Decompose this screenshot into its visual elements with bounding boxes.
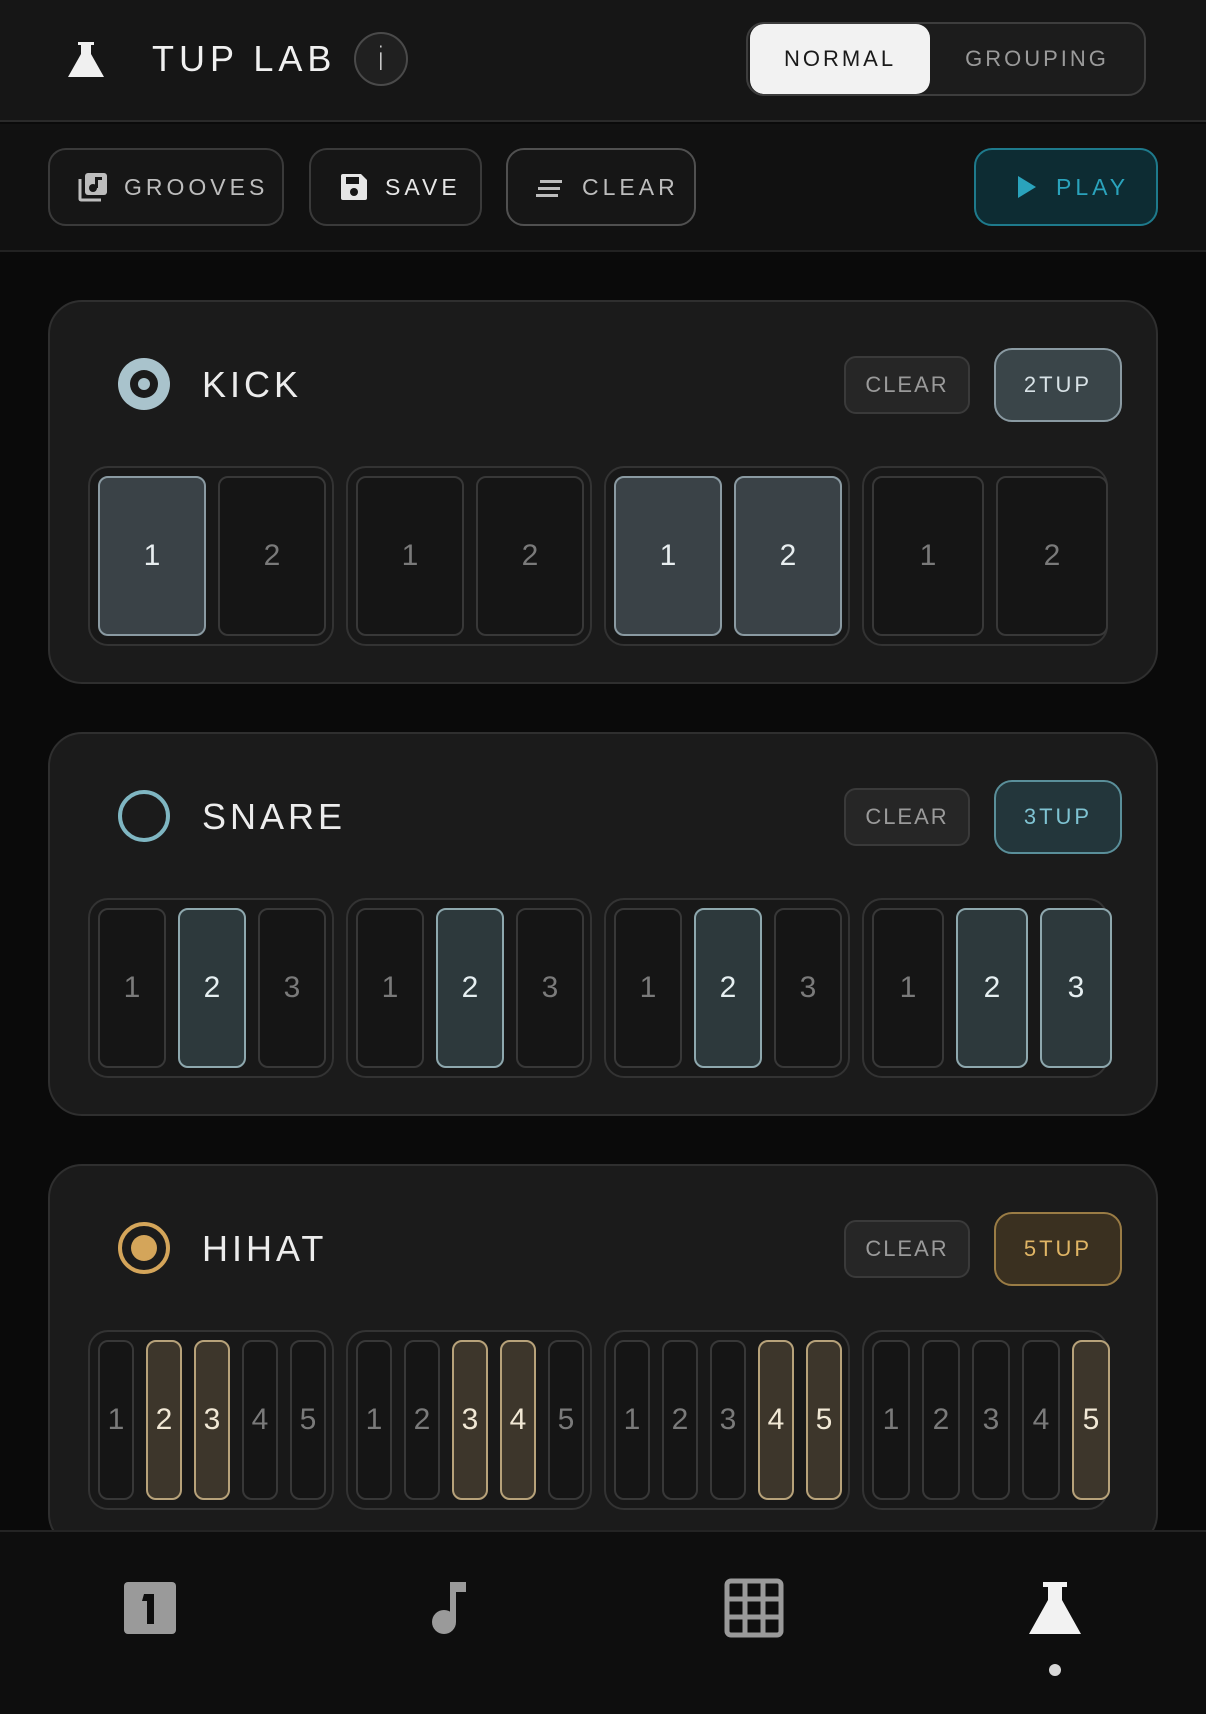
beat-group: 1 2 3 4 5 (346, 1330, 592, 1510)
step-cell[interactable]: 3 (1040, 908, 1112, 1068)
step-cell[interactable]: 3 (194, 1340, 230, 1500)
step-cell[interactable]: 1 (356, 476, 464, 636)
target-dot-icon[interactable] (118, 358, 170, 410)
toolbar: GROOVES SAVE CLEAR PLAY (0, 124, 1206, 252)
flask-icon[interactable] (1025, 1578, 1085, 1638)
app-header: TUP LAB i NORMAL GROUPING (0, 0, 1206, 122)
beat-group: 1 2 (604, 466, 850, 646)
beat-group: 1 2 3 (88, 898, 334, 1078)
play-button[interactable]: PLAY (974, 148, 1158, 226)
step-cell[interactable]: 3 (972, 1340, 1010, 1500)
track-clear-button[interactable]: CLEAR (844, 1220, 970, 1278)
step-cell[interactable]: 3 (710, 1340, 746, 1500)
step-cell[interactable]: 2 (404, 1340, 440, 1500)
beat-group: 1 2 (88, 466, 334, 646)
beat-group: 1 2 3 (862, 898, 1112, 1078)
beat-groups: 1 2 3 4 5 1 2 3 4 5 1 2 3 4 5 1 2 3 4 5 (88, 1330, 1122, 1510)
grid-icon[interactable] (724, 1578, 784, 1638)
track-clear-button[interactable]: CLEAR (844, 356, 970, 414)
info-button[interactable]: i (354, 32, 408, 86)
step-cell[interactable]: 1 (872, 908, 944, 1068)
step-cell[interactable]: 2 (218, 476, 326, 636)
clear-all-button[interactable]: CLEAR (506, 148, 696, 226)
step-cell[interactable]: 5 (1072, 1340, 1110, 1500)
step-cell[interactable]: 4 (758, 1340, 794, 1500)
step-cell[interactable]: 1 (356, 908, 424, 1068)
step-cell[interactable]: 3 (516, 908, 584, 1068)
flask-icon (68, 42, 104, 77)
step-cell[interactable]: 1 (98, 476, 206, 636)
step-cell[interactable]: 1 (98, 1340, 134, 1500)
library-music-icon (78, 173, 107, 202)
step-cell[interactable]: 1 (614, 1340, 650, 1500)
beat-group: 1 2 3 4 5 (604, 1330, 850, 1510)
filled-ring-icon[interactable] (118, 1222, 170, 1274)
step-cell[interactable]: 4 (242, 1340, 278, 1500)
step-cell[interactable]: 2 (146, 1340, 182, 1500)
step-cell[interactable]: 2 (178, 908, 246, 1068)
track-snare: SNARE CLEAR 3TUP 1 2 3 1 2 3 1 2 3 1 2 3 (48, 732, 1158, 1116)
step-cell[interactable]: 1 (872, 1340, 910, 1500)
step-cell[interactable]: 1 (98, 908, 166, 1068)
step-cell[interactable]: 5 (806, 1340, 842, 1500)
step-cell[interactable]: 2 (694, 908, 762, 1068)
step-cell[interactable]: 3 (774, 908, 842, 1068)
one-box-icon[interactable] (120, 1578, 180, 1638)
mode-grouping-tab[interactable]: GROUPING (930, 24, 1144, 94)
step-cell[interactable]: 4 (500, 1340, 536, 1500)
step-cell[interactable]: 3 (452, 1340, 488, 1500)
track-clear-button[interactable]: CLEAR (844, 788, 970, 846)
step-cell[interactable]: 1 (614, 908, 682, 1068)
beat-group: 1 2 3 4 5 (88, 1330, 334, 1510)
step-cell[interactable]: 1 (872, 476, 984, 636)
step-cell[interactable]: 2 (476, 476, 584, 636)
step-cell[interactable]: 3 (258, 908, 326, 1068)
beat-group: 1 2 3 (604, 898, 850, 1078)
beat-group: 1 2 3 4 5 (862, 1330, 1110, 1510)
track-name: KICK (202, 364, 303, 405)
tuplet-button[interactable]: 3TUP (994, 780, 1122, 854)
step-cell[interactable]: 2 (662, 1340, 698, 1500)
beat-group: 1 2 (862, 466, 1108, 646)
play-label: PLAY (1056, 174, 1130, 200)
mode-toggle: NORMAL GROUPING (746, 22, 1146, 96)
tuplet-button[interactable]: 5TUP (994, 1212, 1122, 1286)
track-kick: KICK CLEAR 2TUP 1 2 1 2 1 2 1 2 (48, 300, 1158, 684)
bottom-nav (0, 1530, 1206, 1714)
tuplet-button[interactable]: 2TUP (994, 348, 1122, 422)
play-icon (1018, 176, 1036, 198)
step-cell[interactable]: 2 (922, 1340, 960, 1500)
step-cell[interactable]: 5 (548, 1340, 584, 1500)
beat-group: 1 2 (346, 466, 592, 646)
music-note-icon[interactable] (420, 1578, 480, 1638)
track-name: HIHAT (202, 1228, 328, 1269)
grooves-label: GROOVES (124, 174, 269, 200)
step-cell[interactable]: 2 (436, 908, 504, 1068)
clear-all-icon (536, 180, 562, 197)
step-cell[interactable]: 1 (356, 1340, 392, 1500)
step-cell[interactable]: 1 (614, 476, 722, 636)
grooves-button[interactable]: GROOVES (48, 148, 284, 226)
save-label: SAVE (385, 174, 461, 200)
save-button[interactable]: SAVE (309, 148, 482, 226)
save-icon (341, 174, 367, 200)
active-indicator-dot (1049, 1664, 1061, 1676)
track-name: SNARE (202, 796, 347, 837)
ring-icon[interactable] (118, 790, 170, 842)
app-title: TUP LAB (152, 38, 337, 79)
step-cell[interactable]: 4 (1022, 1340, 1060, 1500)
step-cell[interactable]: 5 (290, 1340, 326, 1500)
step-cell[interactable]: 2 (956, 908, 1028, 1068)
step-cell[interactable]: 2 (734, 476, 842, 636)
mode-normal-tab[interactable]: NORMAL (750, 24, 930, 94)
step-cell[interactable]: 2 (996, 476, 1108, 636)
track-hihat: HIHAT CLEAR 5TUP 1 2 3 4 5 1 2 3 4 5 1 2… (48, 1164, 1158, 1548)
beat-groups: 1 2 1 2 1 2 1 2 (88, 466, 1122, 646)
clear-all-label: CLEAR (582, 174, 679, 200)
beat-group: 1 2 3 (346, 898, 592, 1078)
beat-groups: 1 2 3 1 2 3 1 2 3 1 2 3 (88, 898, 1122, 1078)
